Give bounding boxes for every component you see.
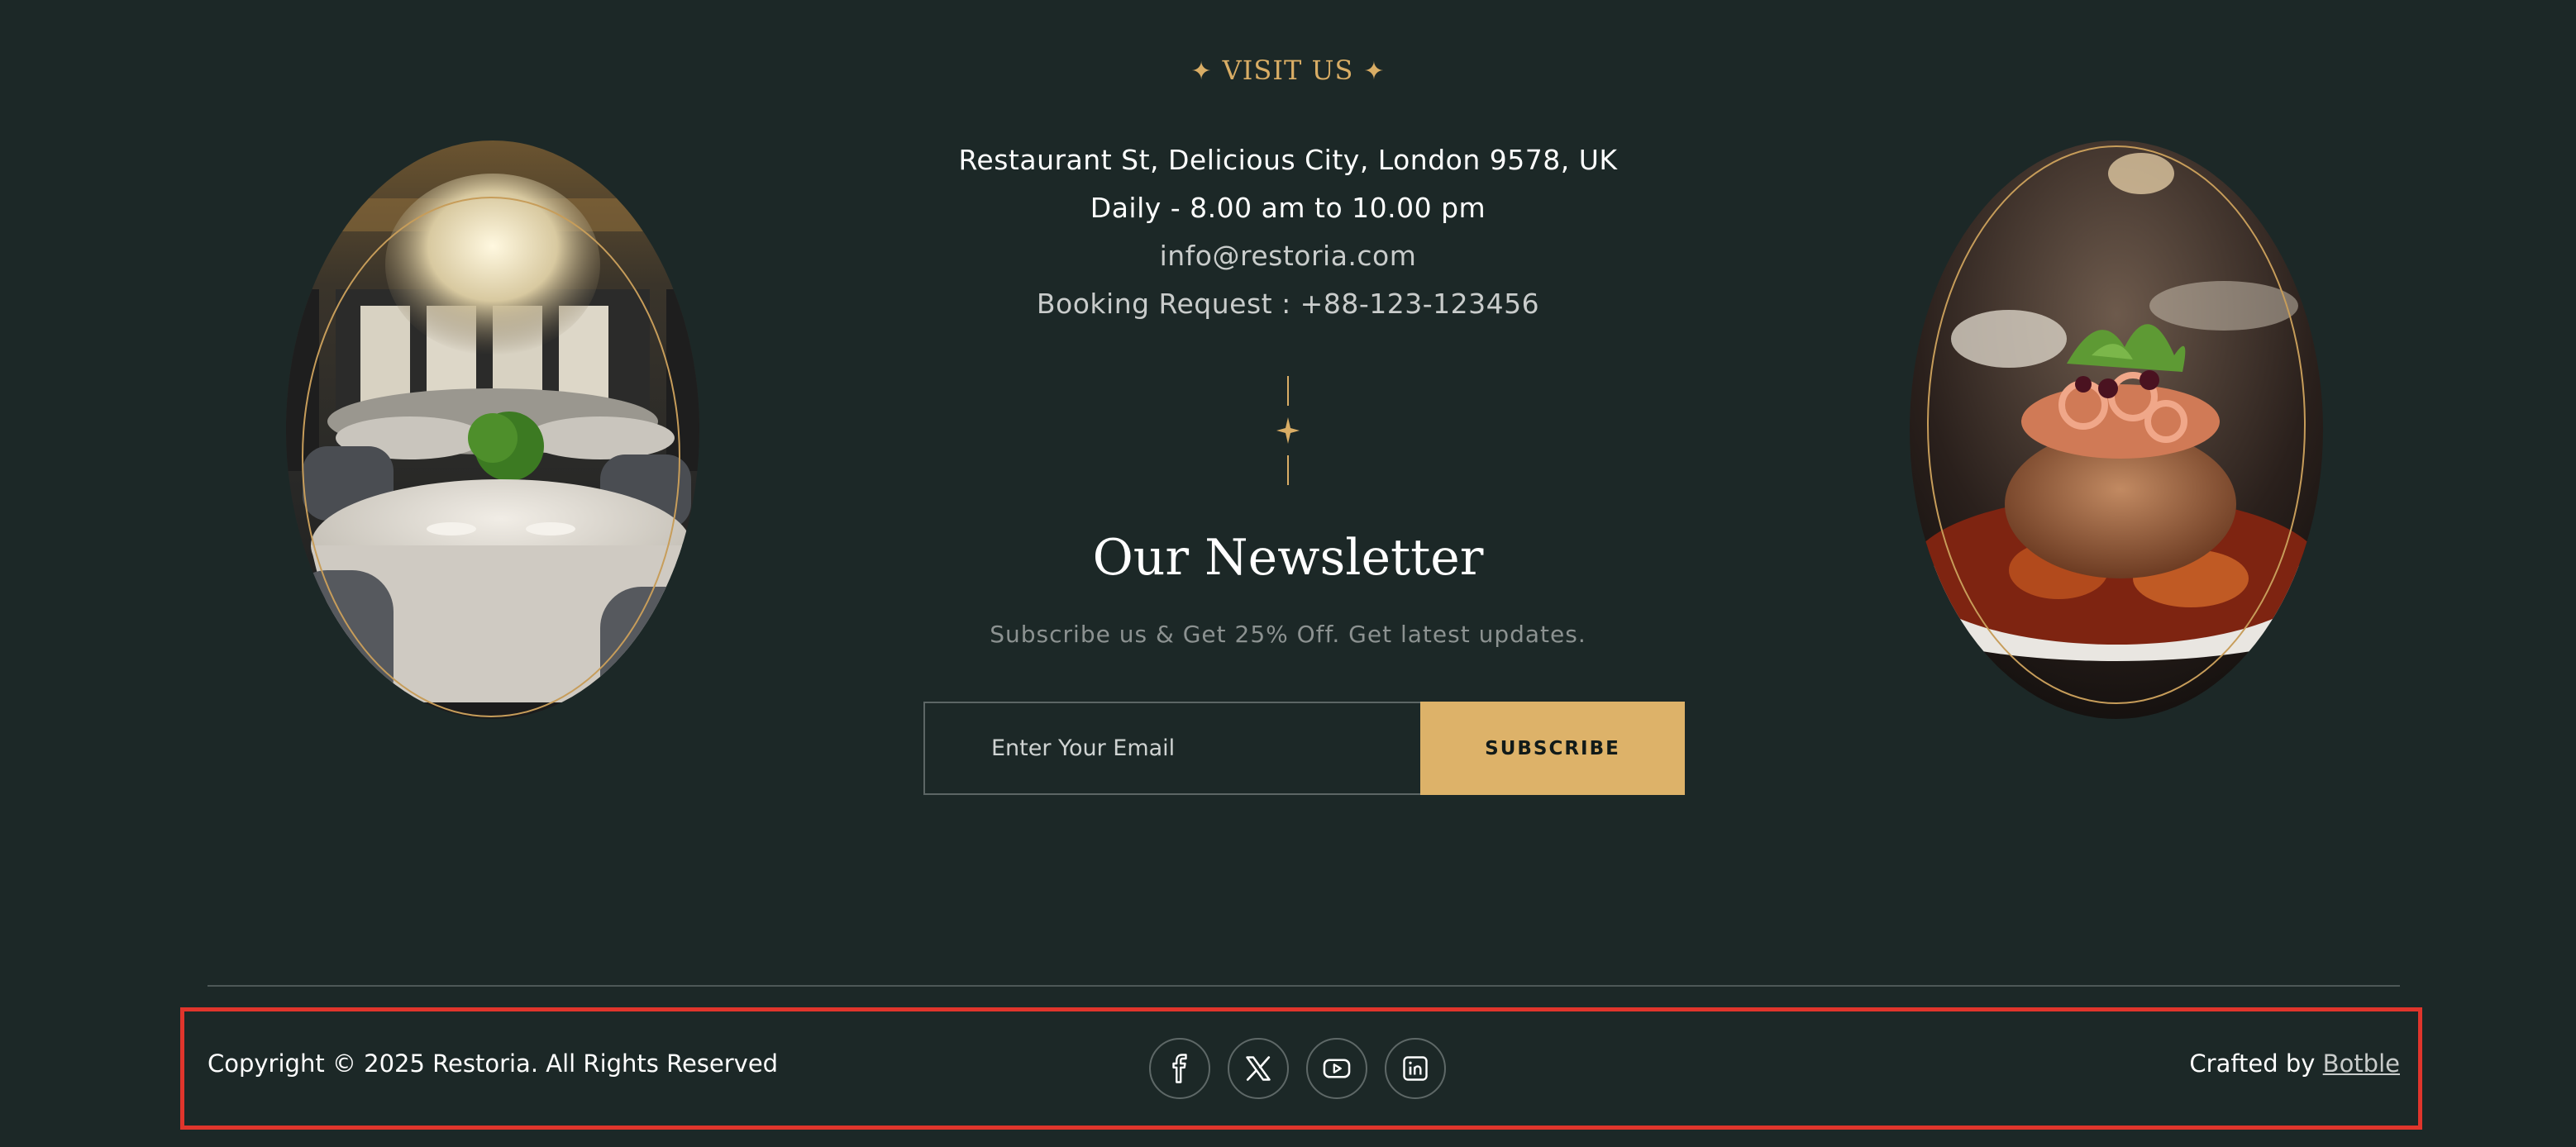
- food-dish-image: [1910, 140, 2323, 719]
- botble-link[interactable]: Botble: [2323, 1049, 2400, 1078]
- crafted-by: Crafted by Botble: [2189, 1049, 2400, 1078]
- youtube-link[interactable]: [1306, 1038, 1367, 1099]
- restaurant-interior-image: [286, 140, 699, 719]
- x-twitter-link[interactable]: [1228, 1038, 1289, 1099]
- visit-us-text: VISIT US: [1222, 55, 1354, 86]
- newsletter-form: SUBSCRIBE: [923, 702, 1685, 795]
- youtube-icon: [1323, 1059, 1351, 1078]
- linkedin-link[interactable]: [1385, 1038, 1446, 1099]
- sparkle-icon: ✦: [1190, 57, 1213, 86]
- footer-divider: [208, 985, 2400, 987]
- subscribe-button[interactable]: SUBSCRIBE: [1420, 702, 1685, 795]
- copyright-text: Copyright © 2025 Restoria. All Rights Re…: [208, 1049, 779, 1078]
- linkedin-icon: [1403, 1056, 1428, 1081]
- x-twitter-icon: [1246, 1056, 1271, 1081]
- facebook-icon: [1172, 1054, 1187, 1083]
- facebook-link[interactable]: [1149, 1038, 1210, 1099]
- divider-ornament-icon: [1276, 376, 1300, 485]
- social-links: [1149, 1038, 1446, 1099]
- visit-us-label: ✦ VISIT US ✦: [0, 55, 2576, 86]
- crafted-by-label: Crafted by: [2189, 1049, 2323, 1078]
- sparkle-icon: ✦: [1363, 57, 1386, 86]
- email-input[interactable]: [923, 702, 1420, 795]
